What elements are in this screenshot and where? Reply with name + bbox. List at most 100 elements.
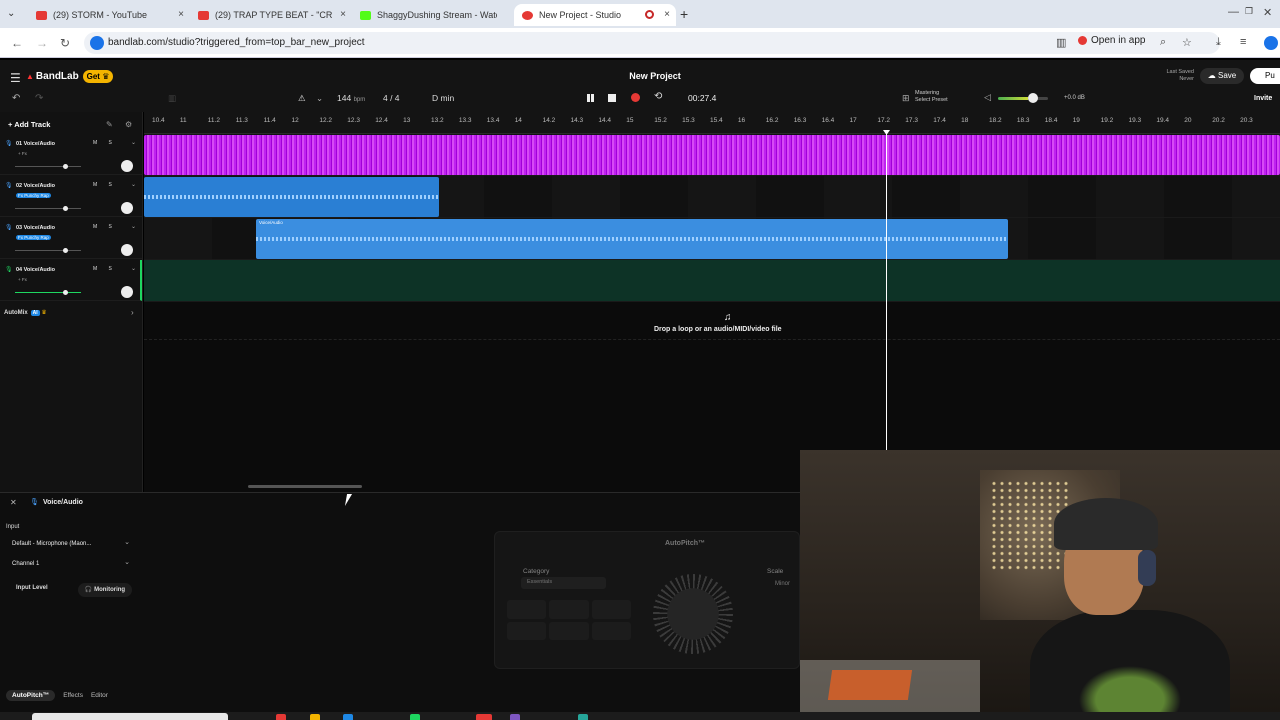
new-tab-button[interactable]: + bbox=[680, 6, 688, 22]
mastering-icon[interactable]: ⊞ bbox=[902, 93, 910, 104]
chevron-right-icon[interactable]: › bbox=[131, 308, 134, 317]
zoom-icon[interactable]: ⌕ bbox=[1160, 36, 1166, 49]
bookmark-star-icon[interactable]: ☆ bbox=[1182, 36, 1192, 49]
close-window-icon[interactable]: ✕ bbox=[1263, 6, 1272, 19]
tab-autopitch[interactable]: AutoPitch™ bbox=[6, 690, 56, 701]
autopitch-amount-knob[interactable] bbox=[653, 574, 733, 654]
tab-search-chevron-icon[interactable]: ⌄ bbox=[7, 8, 19, 20]
audio-clip[interactable]: Voice/Audio bbox=[256, 219, 1008, 259]
stop-button[interactable] bbox=[608, 94, 616, 102]
profile-avatar[interactable] bbox=[1264, 36, 1278, 50]
track-volume-slider[interactable] bbox=[15, 206, 81, 211]
close-tab-icon[interactable]: × bbox=[178, 9, 184, 20]
site-info-icon[interactable] bbox=[90, 36, 104, 50]
mute-solo-buttons[interactable]: M S bbox=[93, 182, 117, 188]
track-header-2[interactable]: 🎙 02 Voice/Audio Fx Punchy Rap M S ⌄ bbox=[0, 176, 142, 217]
pan-knob[interactable] bbox=[121, 160, 133, 172]
add-track-button[interactable]: Add Track bbox=[8, 120, 50, 129]
download-icon[interactable]: ⤓ bbox=[1216, 36, 1221, 49]
autopitch-panel[interactable]: AutoPitch™ Category Essentials Scale Min… bbox=[494, 531, 800, 669]
track-name[interactable]: 01 Voice/Audio bbox=[16, 141, 55, 147]
taskbar-app-icon[interactable] bbox=[510, 714, 520, 720]
tempo-field[interactable]: 144 bpm bbox=[337, 93, 365, 103]
pan-knob[interactable] bbox=[121, 286, 133, 298]
pause-button[interactable] bbox=[585, 93, 595, 103]
track-fx-preset[interactable]: Fx Punchy Rap bbox=[16, 193, 51, 198]
category-select[interactable]: Essentials bbox=[521, 577, 606, 589]
close-icon[interactable]: ✕ bbox=[10, 498, 17, 507]
master-volume-slider[interactable] bbox=[998, 97, 1048, 100]
tab-search-icon[interactable]: ≡ bbox=[1240, 36, 1246, 48]
publish-button[interactable]: Pu bbox=[1250, 68, 1280, 84]
key-field[interactable]: D min bbox=[432, 93, 454, 103]
taskbar-app-icon[interactable] bbox=[578, 714, 588, 720]
taskbar-app-icon[interactable] bbox=[476, 714, 492, 720]
track-fx[interactable]: + Fx bbox=[16, 151, 29, 156]
time-signature-field[interactable]: 4 / 4 bbox=[383, 93, 400, 103]
speaker-icon[interactable]: ◁ bbox=[984, 92, 991, 103]
chevron-down-icon[interactable]: ⌄ bbox=[131, 181, 136, 188]
sidepanel-icon[interactable]: ▥ bbox=[1056, 36, 1066, 49]
track-header-1[interactable]: 🎙 01 Voice/Audio + Fx M S ⌄ bbox=[0, 134, 142, 175]
pencil-icon[interactable]: ✎ bbox=[106, 120, 113, 129]
track-lane-1[interactable] bbox=[144, 134, 1280, 176]
minimize-window-icon[interactable]: — bbox=[1228, 6, 1239, 18]
taskbar-app-icon[interactable] bbox=[310, 714, 320, 720]
track-volume-slider[interactable] bbox=[15, 290, 81, 295]
track-header-4[interactable]: 🎙 04 Voice/Audio + Fx M S ⌄ bbox=[0, 260, 142, 301]
automix-row[interactable]: AutoMix AI ♛ bbox=[4, 309, 47, 316]
invite-button[interactable]: Invite bbox=[1254, 95, 1272, 102]
close-tab-icon[interactable]: × bbox=[340, 9, 346, 20]
drop-zone[interactable]: ♫ Drop a loop or an audio/MIDI/video fil… bbox=[144, 302, 1280, 340]
mastering-preset-select[interactable]: Mastering Select Preset bbox=[915, 90, 948, 104]
mixer-icon[interactable]: ▥ bbox=[168, 93, 176, 104]
metronome-chevron-icon[interactable]: ⌄ bbox=[316, 93, 323, 104]
close-tab-icon[interactable]: × bbox=[664, 9, 670, 20]
track-volume-slider[interactable] bbox=[15, 164, 81, 169]
tab-effects[interactable]: Effects bbox=[63, 692, 83, 699]
track-fx[interactable]: + Fx bbox=[16, 277, 29, 282]
preset-grid[interactable] bbox=[507, 600, 631, 640]
reload-icon[interactable]: ↻ bbox=[60, 36, 70, 50]
metronome-icon[interactable]: ⚠ bbox=[298, 93, 306, 104]
forward-icon[interactable]: → bbox=[36, 36, 48, 50]
mute-solo-buttons[interactable]: M S bbox=[93, 224, 117, 230]
tab-editor[interactable]: Editor bbox=[91, 692, 108, 699]
track-lane-4[interactable] bbox=[144, 260, 1280, 302]
chevron-down-icon[interactable]: ⌄ bbox=[131, 223, 136, 230]
back-icon[interactable]: ← bbox=[11, 36, 23, 50]
track-lane-3[interactable]: Voice/Audio bbox=[144, 218, 1280, 260]
pan-knob[interactable] bbox=[121, 244, 133, 256]
track-name[interactable]: 03 Voice/Audio bbox=[16, 225, 55, 231]
horizontal-scrollbar[interactable] bbox=[248, 485, 362, 488]
browser-tab-youtube-trap[interactable]: (29) TRAP TYPE BEAT - "CREAM × bbox=[190, 4, 352, 26]
input-device-select[interactable]: Default - Microphone (Maon... bbox=[8, 538, 136, 551]
save-button[interactable]: ☁ Save bbox=[1200, 68, 1244, 84]
track-lane-2[interactable] bbox=[144, 176, 1280, 218]
maximize-window-icon[interactable]: ❐ bbox=[1245, 6, 1253, 17]
preset-tile[interactable] bbox=[549, 621, 589, 640]
arrangement-timeline[interactable]: 10.4 11 11.2 11.3 11.4 12 12.2 12.3 12.4 13 13.2 13… bbox=[144, 112, 1280, 492]
undo-icon[interactable]: ↶ bbox=[12, 93, 20, 104]
track-fx-preset[interactable]: Fx Punchy Rap bbox=[16, 235, 51, 240]
playhead[interactable] bbox=[886, 130, 887, 450]
track-name[interactable]: 02 Voice/Audio bbox=[16, 183, 55, 189]
preset-tile[interactable] bbox=[549, 600, 589, 619]
taskbar-app-icon[interactable] bbox=[343, 714, 353, 720]
browser-tab-bandlab-studio[interactable]: New Project - Studio × bbox=[514, 4, 676, 26]
url-input[interactable]: bandlab.com/studio?triggered_from=top_ba… bbox=[84, 32, 1220, 54]
chevron-down-icon[interactable]: ⌄ bbox=[131, 139, 136, 146]
pan-knob[interactable] bbox=[121, 202, 133, 214]
preset-tile[interactable] bbox=[591, 600, 631, 619]
track-name[interactable]: 04 Voice/Audio bbox=[16, 267, 55, 273]
scale-value[interactable]: Minor bbox=[775, 581, 790, 587]
bandlab-logo[interactable]: BandLab bbox=[26, 71, 79, 82]
track-volume-slider[interactable] bbox=[15, 248, 81, 253]
preset-tile[interactable] bbox=[507, 600, 547, 619]
timeline-ruler[interactable]: 10.4 11 11.2 11.3 11.4 12 12.2 12.3 12.4 13 13.2 13… bbox=[144, 112, 1280, 134]
mute-solo-buttons[interactable]: M S bbox=[93, 266, 117, 272]
browser-tab-youtube-storm[interactable]: (29) STORM - YouTube × bbox=[28, 4, 190, 26]
master-volume-handle[interactable] bbox=[1028, 93, 1038, 103]
track-header-3[interactable]: 🎙 03 Voice/Audio Fx Punchy Rap M S ⌄ bbox=[0, 218, 142, 259]
taskbar-search[interactable] bbox=[32, 713, 228, 720]
